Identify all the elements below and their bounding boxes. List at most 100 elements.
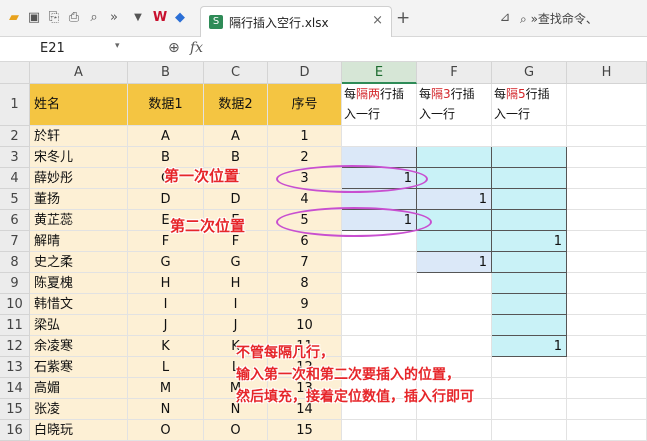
cell-b1[interactable]: 数据1 bbox=[128, 84, 204, 126]
row-header[interactable]: 8 bbox=[0, 252, 30, 273]
cell-e9[interactable] bbox=[342, 273, 417, 294]
cell-g4[interactable] bbox=[492, 168, 567, 189]
cell-g3[interactable] bbox=[492, 147, 567, 168]
cell-g7[interactable]: 1 bbox=[492, 231, 567, 252]
cell-a10[interactable]: 韩惜文 bbox=[30, 294, 128, 315]
cell-g8[interactable] bbox=[492, 252, 567, 273]
save-icon[interactable]: ▣ bbox=[26, 10, 42, 26]
cell-e12[interactable] bbox=[342, 336, 417, 357]
format-painter-icon[interactable]: ⊿ bbox=[497, 10, 513, 26]
cell-h4[interactable] bbox=[567, 168, 647, 189]
cell-h8[interactable] bbox=[567, 252, 647, 273]
row-header[interactable]: 7 bbox=[0, 231, 30, 252]
cell-c16[interactable]: O bbox=[204, 420, 268, 441]
row-header[interactable]: 12 bbox=[0, 336, 30, 357]
cell-b5[interactable]: D bbox=[128, 189, 204, 210]
cell-f11[interactable] bbox=[417, 315, 492, 336]
cell-h1[interactable] bbox=[567, 84, 647, 126]
more-icon[interactable]: » bbox=[106, 10, 122, 26]
cell-f7[interactable] bbox=[417, 231, 492, 252]
cell-h9[interactable] bbox=[567, 273, 647, 294]
row-header[interactable]: 13 bbox=[0, 357, 30, 378]
cell-h2[interactable] bbox=[567, 126, 647, 147]
cell-h16[interactable] bbox=[567, 420, 647, 441]
column-header-d[interactable]: D bbox=[268, 62, 342, 84]
row-header[interactable]: 1 bbox=[0, 84, 30, 126]
preview-icon[interactable]: ⌕ bbox=[86, 10, 102, 26]
cell-g1[interactable]: 每隔5行插 入一行 bbox=[492, 84, 567, 126]
file-tab[interactable]: S 隔行插入空行.xlsx × bbox=[200, 6, 392, 37]
cell-b2[interactable]: A bbox=[128, 126, 204, 147]
cell-g9[interactable] bbox=[492, 273, 567, 294]
column-header-f[interactable]: F bbox=[417, 62, 492, 84]
export-icon[interactable]: ⎘ bbox=[46, 10, 62, 26]
wps-logo-icon[interactable]: W bbox=[152, 10, 168, 26]
cell-a1[interactable]: 姓名 bbox=[30, 84, 128, 126]
cell-c1[interactable]: 数据2 bbox=[204, 84, 268, 126]
cell-b8[interactable]: G bbox=[128, 252, 204, 273]
cell-f10[interactable] bbox=[417, 294, 492, 315]
chevron-down-icon[interactable]: ▾ bbox=[115, 41, 120, 51]
row-header[interactable]: 6 bbox=[0, 210, 30, 231]
cell-h11[interactable] bbox=[567, 315, 647, 336]
cell-c11[interactable]: J bbox=[204, 315, 268, 336]
cell-d16[interactable]: 15 bbox=[268, 420, 342, 441]
close-tab-icon[interactable]: × bbox=[372, 13, 383, 28]
cell-f12[interactable] bbox=[417, 336, 492, 357]
cell-d2[interactable]: 1 bbox=[268, 126, 342, 147]
print-icon[interactable]: ⎙ bbox=[66, 10, 82, 26]
cell-d9[interactable]: 8 bbox=[268, 273, 342, 294]
cell-a4[interactable]: 薛妙彤 bbox=[30, 168, 128, 189]
column-header-g[interactable]: G bbox=[492, 62, 567, 84]
cell-g2[interactable] bbox=[492, 126, 567, 147]
cell-h6[interactable] bbox=[567, 210, 647, 231]
select-all-corner[interactable] bbox=[0, 62, 30, 84]
cell-a5[interactable]: 董扬 bbox=[30, 189, 128, 210]
cell-h7[interactable] bbox=[567, 231, 647, 252]
cell-a15[interactable]: 张凌 bbox=[30, 399, 128, 420]
fx-icon[interactable]: fx bbox=[190, 40, 203, 56]
cell-b15[interactable]: N bbox=[128, 399, 204, 420]
cell-e11[interactable] bbox=[342, 315, 417, 336]
new-tab-icon[interactable]: + bbox=[396, 8, 410, 28]
cell-e16[interactable] bbox=[342, 420, 417, 441]
row-header[interactable]: 10 bbox=[0, 294, 30, 315]
cell-h15[interactable] bbox=[567, 399, 647, 420]
cell-b14[interactable]: M bbox=[128, 378, 204, 399]
folder-icon[interactable]: ▰ bbox=[6, 10, 22, 26]
cell-a16[interactable]: 白晓玩 bbox=[30, 420, 128, 441]
row-header[interactable]: 16 bbox=[0, 420, 30, 441]
cell-h3[interactable] bbox=[567, 147, 647, 168]
cell-e10[interactable] bbox=[342, 294, 417, 315]
cell-e8[interactable] bbox=[342, 252, 417, 273]
cell-b16[interactable]: O bbox=[128, 420, 204, 441]
cell-g12[interactable]: 1 bbox=[492, 336, 567, 357]
cell-d8[interactable]: 7 bbox=[268, 252, 342, 273]
cell-a2[interactable]: 於轩 bbox=[30, 126, 128, 147]
cell-c8[interactable]: G bbox=[204, 252, 268, 273]
command-search[interactable]: ⌕ »查找命令、 bbox=[520, 10, 598, 27]
cell-b12[interactable]: K bbox=[128, 336, 204, 357]
cell-e1[interactable]: 每隔两行插 入一行 bbox=[342, 84, 417, 126]
row-header[interactable]: 9 bbox=[0, 273, 30, 294]
cell-c10[interactable]: I bbox=[204, 294, 268, 315]
cell-f5[interactable]: 1 bbox=[417, 189, 492, 210]
cell-h14[interactable] bbox=[567, 378, 647, 399]
cell-h12[interactable] bbox=[567, 336, 647, 357]
cell-f4[interactable] bbox=[417, 168, 492, 189]
cell-d11[interactable]: 10 bbox=[268, 315, 342, 336]
cell-c9[interactable]: H bbox=[204, 273, 268, 294]
cell-f1[interactable]: 每隔3行插 入一行 bbox=[417, 84, 492, 126]
cell-h10[interactable] bbox=[567, 294, 647, 315]
row-header[interactable]: 5 bbox=[0, 189, 30, 210]
cell-f3[interactable] bbox=[417, 147, 492, 168]
cell-g16[interactable] bbox=[492, 420, 567, 441]
dropdown-icon[interactable]: ▼ bbox=[130, 10, 146, 26]
cell-a11[interactable]: 梁弘 bbox=[30, 315, 128, 336]
column-header-a[interactable]: A bbox=[30, 62, 128, 84]
row-header[interactable]: 14 bbox=[0, 378, 30, 399]
row-header[interactable]: 15 bbox=[0, 399, 30, 420]
spreadsheet-grid[interactable]: A B C D E F G H 姓名 数据1 数据2 序号 每隔两行插 入一行 每… bbox=[0, 62, 647, 441]
cell-c5[interactable]: D bbox=[204, 189, 268, 210]
cell-b9[interactable]: H bbox=[128, 273, 204, 294]
